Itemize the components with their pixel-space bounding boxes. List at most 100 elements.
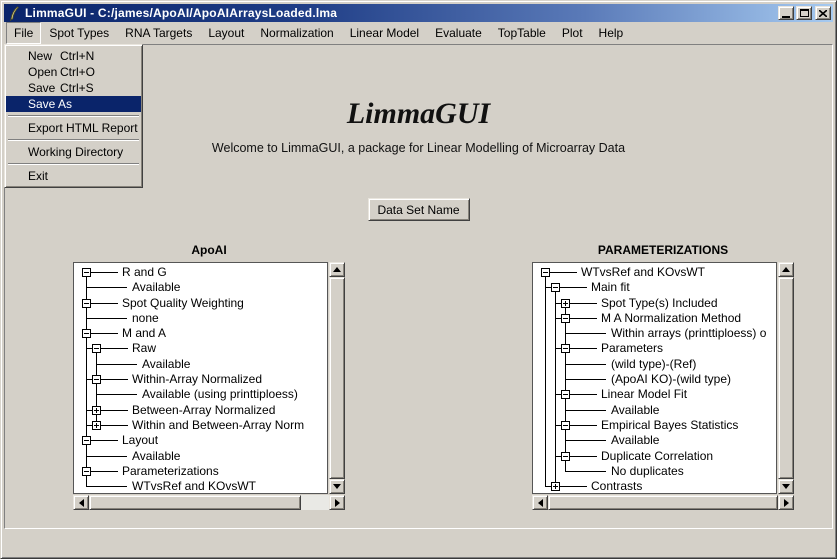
menu-toptable[interactable]: TopTable	[490, 22, 554, 44]
collapse-box-icon[interactable]	[82, 268, 91, 277]
tree-row[interactable]: R and G	[76, 265, 327, 280]
tree-row[interactable]: Contrasts	[535, 479, 776, 494]
minimize-button[interactable]	[778, 6, 794, 20]
tree-row[interactable]: Spot Type(s) Included	[535, 296, 776, 311]
scroll-right-button[interactable]	[778, 495, 794, 510]
tree-node-label: WTvsRef and KOvsWT	[581, 265, 705, 280]
menu-layout[interactable]: Layout	[200, 22, 252, 44]
parameterizations-tree-listbox[interactable]: WTvsRef and KOvsWTMain fitSpot Type(s) I…	[532, 262, 777, 494]
tree-row[interactable]: Spot Quality Weighting	[76, 296, 327, 311]
collapse-box-icon[interactable]	[561, 390, 570, 399]
tree-row[interactable]: Available	[76, 449, 327, 464]
menu-item-working-directory[interactable]: Working Directory	[6, 144, 141, 160]
menu-plot[interactable]: Plot	[554, 22, 591, 44]
vertical-scroll-thumb[interactable]	[778, 277, 794, 479]
tree-row[interactable]: (ApoAI KO)-(wild type)	[535, 372, 776, 387]
tree-row[interactable]: WTvsRef and KOvsWT	[535, 265, 776, 280]
menu-separator	[8, 163, 139, 165]
menu-normalization[interactable]: Normalization	[252, 22, 341, 44]
tree-row[interactable]: Layout	[76, 433, 327, 448]
collapse-box-icon[interactable]	[561, 452, 570, 461]
menu-spot-types[interactable]: Spot Types	[41, 22, 117, 44]
tree-row[interactable]: Raw	[76, 341, 327, 356]
horizontal-scroll-thumb[interactable]	[548, 495, 778, 510]
collapse-box-icon[interactable]	[561, 344, 570, 353]
scroll-up-button[interactable]	[778, 262, 794, 277]
scroll-right-button[interactable]	[329, 495, 345, 510]
apoai-horizontal-scrollbar[interactable]	[73, 495, 345, 510]
collapse-box-icon[interactable]	[561, 314, 570, 323]
expand-box-icon[interactable]	[92, 406, 101, 415]
tree-row[interactable]: Parameters	[535, 341, 776, 356]
menu-item-save[interactable]: Save Ctrl+S	[6, 80, 141, 96]
scroll-trough[interactable]	[301, 495, 329, 510]
scroll-left-button[interactable]	[532, 495, 548, 510]
collapse-box-icon[interactable]	[92, 344, 101, 353]
tree-node-label: M A Normalization Method	[601, 311, 741, 326]
tree-row[interactable]: Parameterizations	[76, 464, 327, 479]
menu-evaluate[interactable]: Evaluate	[427, 22, 490, 44]
tree-row[interactable]: No duplicates	[535, 464, 776, 479]
tree-row[interactable]: WTvsRef and KOvsWT	[76, 479, 327, 494]
menu-item-export-html-report[interactable]: Export HTML Report	[6, 120, 141, 136]
parameterizations-tree-header: PARAMETERIZATIONS	[532, 243, 794, 257]
apoai-tree-listbox[interactable]: R and GAvailableSpot Quality Weightingno…	[73, 262, 328, 494]
parameterizations-vertical-scrollbar[interactable]	[778, 262, 794, 494]
tree-row[interactable]: Available	[76, 357, 327, 372]
tree-row[interactable]: Empirical Bayes Statistics	[535, 418, 776, 433]
apoai-vertical-scrollbar[interactable]	[329, 262, 345, 494]
scroll-down-button[interactable]	[778, 479, 794, 494]
vertical-scroll-thumb[interactable]	[329, 277, 345, 479]
tree-row[interactable]: Available	[535, 433, 776, 448]
tree-row[interactable]: M A Normalization Method	[535, 311, 776, 326]
collapse-box-icon[interactable]	[561, 421, 570, 430]
collapse-box-icon[interactable]	[551, 283, 560, 292]
tree-row[interactable]: Available (using printtiploess)	[76, 387, 327, 402]
menu-item-exit[interactable]: Exit	[6, 168, 141, 184]
tree-row[interactable]: Main fit	[535, 280, 776, 295]
collapse-box-icon[interactable]	[541, 268, 550, 277]
data-set-name-button[interactable]: Data Set Name	[368, 198, 470, 221]
tree-row[interactable]: Available	[535, 403, 776, 418]
tree-row[interactable]: none	[76, 311, 327, 326]
menu-item-new[interactable]: New Ctrl+N	[6, 48, 141, 64]
maximize-icon	[800, 9, 809, 17]
collapse-box-icon[interactable]	[82, 329, 91, 338]
menu-rna-targets[interactable]: RNA Targets	[117, 22, 200, 44]
scroll-up-button[interactable]	[329, 262, 345, 277]
tree-row[interactable]: Duplicate Correlation	[535, 449, 776, 464]
tree-connector-line	[101, 425, 128, 426]
expand-box-icon[interactable]	[561, 299, 570, 308]
menu-item-save-as[interactable]: Save As	[6, 96, 141, 112]
menu-item-open[interactable]: Open Ctrl+O	[6, 64, 141, 80]
tree-row[interactable]: (wild type)-(Ref)	[535, 357, 776, 372]
collapse-box-icon[interactable]	[92, 375, 101, 384]
parameterizations-horizontal-scrollbar[interactable]	[532, 495, 794, 510]
tree-row[interactable]: Linear Model Fit	[535, 387, 776, 402]
tree-row[interactable]: Available	[76, 280, 327, 295]
title-bar[interactable]: LimmaGUI - C:/james/ApoAI/ApoAIArraysLoa…	[4, 4, 833, 22]
tree-row[interactable]: Within and Between-Array Norm	[76, 418, 327, 433]
tree-row[interactable]: Between-Array Normalized	[76, 403, 327, 418]
arrow-up-icon	[333, 267, 341, 272]
tree-row[interactable]: Within-Array Normalized	[76, 372, 327, 387]
horizontal-scroll-thumb[interactable]	[89, 495, 301, 510]
menu-help[interactable]: Help	[591, 22, 632, 44]
close-button[interactable]	[815, 6, 831, 20]
scroll-down-button[interactable]	[329, 479, 345, 494]
menu-item-label: Export HTML Report	[28, 121, 138, 135]
scroll-left-button[interactable]	[73, 495, 89, 510]
menu-file[interactable]: File	[6, 22, 41, 44]
expand-box-icon[interactable]	[551, 482, 560, 491]
tree-connector-line	[566, 379, 606, 380]
maximize-button[interactable]	[796, 6, 812, 20]
collapse-box-icon[interactable]	[82, 299, 91, 308]
file-menu-popup: New Ctrl+N Open Ctrl+O Save Ctrl+S Save …	[4, 44, 143, 188]
tree-row[interactable]: Within arrays (printtiploess) o	[535, 326, 776, 341]
menu-linear-model[interactable]: Linear Model	[342, 22, 427, 44]
collapse-box-icon[interactable]	[82, 467, 91, 476]
tree-connector-line	[560, 287, 587, 288]
collapse-box-icon[interactable]	[82, 436, 91, 445]
tree-row[interactable]: M and A	[76, 326, 327, 341]
expand-box-icon[interactable]	[92, 421, 101, 430]
